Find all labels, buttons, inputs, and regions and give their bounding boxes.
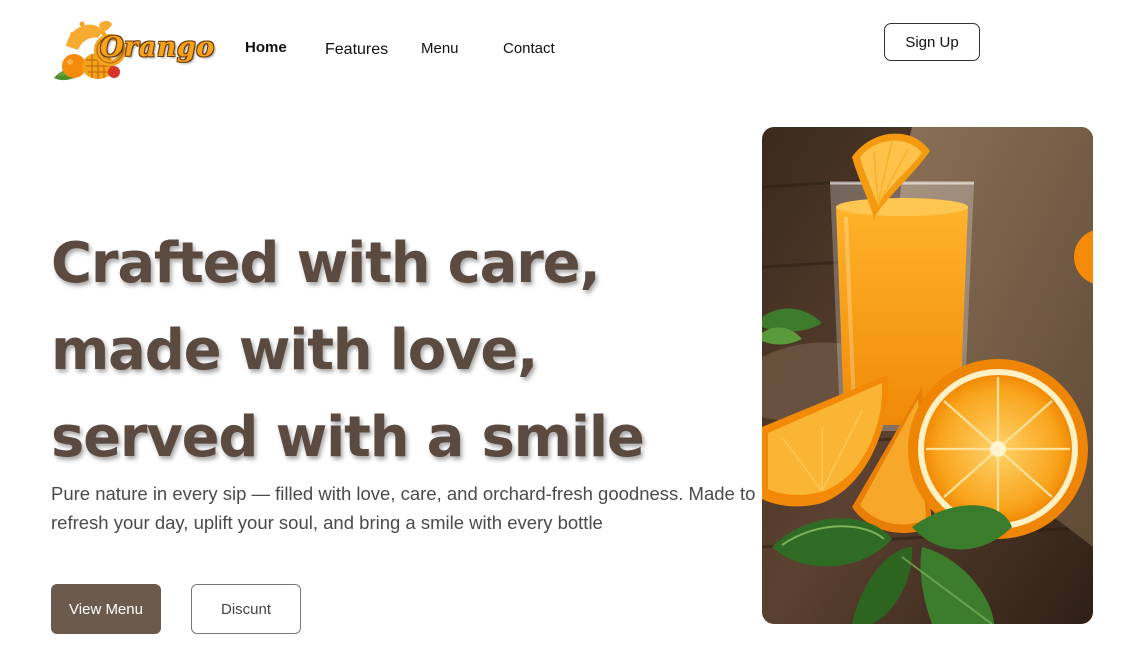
nav-contact[interactable]: Contact bbox=[503, 40, 555, 57]
nav-menu[interactable]: Menu bbox=[421, 40, 459, 57]
nav-home[interactable]: Home bbox=[245, 39, 287, 56]
sign-up-button[interactable]: Sign Up bbox=[884, 23, 980, 61]
logo-wordmark: Orango bbox=[100, 32, 215, 63]
orange-juice-photo bbox=[762, 127, 1093, 624]
discount-button[interactable]: Discunt bbox=[191, 584, 301, 634]
hero-subtitle: Pure nature in every sip — filled with l… bbox=[51, 483, 756, 533]
view-menu-button[interactable]: View Menu bbox=[51, 584, 161, 634]
hero-title: Crafted with care, made with love, serve… bbox=[51, 231, 645, 470]
nav-features[interactable]: Features bbox=[325, 41, 388, 59]
